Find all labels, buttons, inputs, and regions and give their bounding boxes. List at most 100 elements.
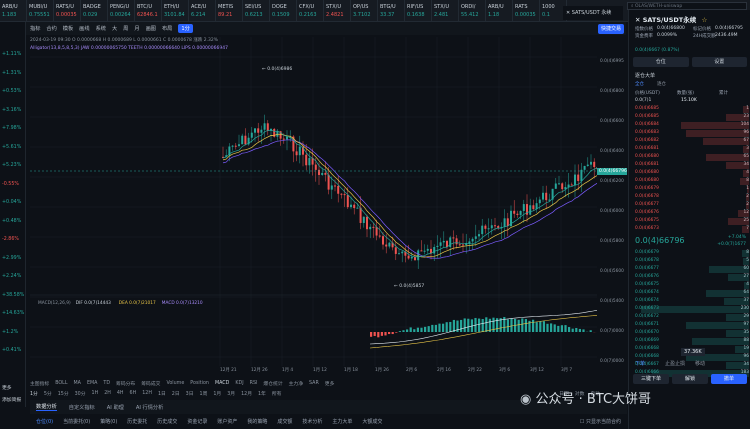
indicator-tab-11[interactable]: RSI [250,381,258,386]
indicator-tab-9[interactable]: MACD [215,381,229,386]
panel-button-1[interactable]: 设置 [691,57,747,67]
bottom-subtab-5[interactable]: 资金记录 [187,418,207,425]
order-book-row[interactable]: 0.0(4)6672 29 [635,314,749,321]
toolbar-item-8[interactable]: 画图 [146,25,156,32]
bottom-subtab-1[interactable]: 当前委托(0) [63,418,90,425]
order-button-1[interactable]: 解锁 [672,374,708,384]
bottom-subtab-8[interactable]: 成交额 [277,418,292,425]
range-1[interactable]: 5分 [44,390,52,397]
order-book-row[interactable]: 0.0(4)6676 27 [635,274,749,281]
watchlist-change[interactable]: +38.58% [2,293,24,298]
watchlist-change[interactable]: +1.11% [2,52,24,57]
ticker-3[interactable]: BADGE 0.029 [81,0,108,22]
range-16[interactable]: 1年 [258,390,266,397]
ticker-9[interactable]: SEI/US 0.6213 [243,0,270,22]
ticker-4[interactable]: PENG/U 0.00264 [108,0,135,22]
order-book-row[interactable]: 0.0(4)6675 4 [635,282,749,289]
order-book-row[interactable]: 0.0(4)6671 97 [635,322,749,329]
range-6[interactable]: 4H [117,391,124,396]
ticker-14[interactable]: BTG/U 33.37 [378,0,405,22]
range-11[interactable]: 3日 [186,390,194,397]
range-9[interactable]: 1日 [158,390,166,397]
watchlist-change[interactable]: -0.55% [2,182,24,187]
quick-trade-button[interactable]: 快捷交易 [598,24,624,34]
order-tab-2[interactable]: 移动 [695,360,705,367]
toolbar-item-6[interactable]: 周 [123,25,128,32]
range-8[interactable]: 12H [142,391,152,396]
indicator-tab-7[interactable]: Volume [166,381,184,386]
order-tab-0[interactable]: 下单 [635,360,645,367]
tab-sats-usdt[interactable]: ✕ SATS/USDT 永续 [563,6,623,20]
order-book-row[interactable]: 0.0(4)6678 5 [635,258,749,265]
bottom-subtab-6[interactable]: 账户资产 [217,418,237,425]
bottom-subtab-2[interactable]: 策略(0) [100,418,117,425]
toolbar-item-2[interactable]: 模板 [63,25,73,32]
indicator-tab-15[interactable]: 更多 [325,380,335,387]
book-tab-0[interactable]: 全仓 [635,81,644,87]
order-book-row[interactable]: 0.0(4)6675 25 [635,218,749,225]
ticker-1[interactable]: MUBI/U 0.75551 [27,0,54,22]
order-book-row[interactable]: 0.0(4)6685 1 [635,106,749,113]
watchlist-change[interactable]: +2.99% [2,256,24,261]
ticker-8[interactable]: METIS 89.21 [216,0,243,22]
watchlist-change[interactable]: +0.48% [2,219,24,224]
order-book-row[interactable]: 0.0(4)6681 3 [635,146,749,153]
toolbar-item-5[interactable]: 大 [112,25,117,32]
order-book-row[interactable]: 0.0(4)6674 37 [635,298,749,305]
panel-button-0[interactable]: 仓位 [633,57,689,67]
close-icon[interactable]: ✕ [635,16,643,24]
range-12[interactable]: 1周 [200,390,208,397]
order-book-row[interactable]: 0.0(4)6680 8 [635,178,749,185]
range-5[interactable]: 2H [104,391,111,396]
bottom-subtab-0[interactable]: 仓位(0) [36,418,53,425]
range-15[interactable]: 12月 [241,390,252,397]
toolbar-item-3[interactable]: 画线 [79,25,89,32]
watchlist-change[interactable]: +7.98% [2,126,24,131]
watchlist-change[interactable]: +1.2% [2,330,24,335]
watchlist-change[interactable]: +1.31% [2,71,24,76]
order-button-2[interactable]: 撤单 [711,374,747,384]
time-axis[interactable]: 12月 21 12月 26 1月 4 1月 12 1月 18 1月 26 2月 6 2月 16… [30,366,597,376]
bottom-tab-2[interactable]: AI 助理 [107,404,124,411]
indicator-tab-6[interactable]: 筹码成交 [141,380,160,387]
range-4[interactable]: 1H [92,391,99,396]
order-book-row[interactable]: 0.0(4)6670 35 [635,330,749,337]
range-3[interactable]: 30分 [75,390,86,397]
bottom-tab-1[interactable]: 自定义指标 [69,404,95,411]
indicator-tab-5[interactable]: 筹码分布 [116,380,135,387]
ticker-13[interactable]: OP/US 3.7102 [351,0,378,22]
toolbar-item-7[interactable]: 月 [134,25,139,32]
toolbar-item-4[interactable]: 系统 [96,25,106,32]
ticker-5[interactable]: BTC/U 62846.1 [135,0,162,22]
timeframe-button[interactable]: 1分 [178,24,193,33]
order-book-row[interactable]: 0.0(4)6680 65 [635,154,749,161]
book-tab-1[interactable]: 逐仓 [657,81,666,87]
order-book-row[interactable]: 0.0(4)6681 34 [635,162,749,169]
order-book-row[interactable]: 0.0(4)6676 12 [635,210,749,217]
indicator-tab-2[interactable]: MA [74,381,81,386]
current-contract-checkbox[interactable]: ☐ 只显示当前合约 [580,418,621,425]
more-button[interactable]: 更多 [2,384,24,391]
watchlist-change[interactable]: +3.16% [2,108,24,113]
watchlist-change[interactable]: +5.61% [2,145,24,150]
bottom-tab-3[interactable]: AI 行情分析 [136,404,163,411]
indicator-tab-0[interactable]: 主图指标 [30,380,49,387]
ticker-19[interactable]: RATS 0.00035 [513,0,540,22]
order-book-row[interactable]: 0.0(4)6684 104 [635,122,749,129]
add-brief-button[interactable]: 添加简报 [2,396,24,403]
book-group-select[interactable]: 0.0(7)1 [635,98,651,103]
indicator-tab-8[interactable]: Position [190,381,209,386]
bottom-subtab-3[interactable]: 历史委托 [127,418,147,425]
range-14[interactable]: 3月 [227,390,235,397]
order-book-row[interactable]: 0.0(4)6682 67 [635,138,749,145]
order-book-row[interactable]: 0.0(4)6685 23 [635,114,749,121]
watchlist-change[interactable]: -2.86% [2,237,24,242]
indicator-tab-4[interactable]: TD [103,381,110,386]
order-book-row[interactable]: 0.0(4)6680 4 [635,170,749,177]
toolbar-item-1[interactable]: 合约 [46,25,56,32]
order-button-0[interactable]: 三键下单 [633,374,669,384]
range-0[interactable]: 1分 [30,390,38,397]
order-book-row[interactable]: 0.0(4)6677 2 [635,202,749,209]
ticker-12[interactable]: STX/U 2.4821 [324,0,351,22]
ticker-0[interactable]: ARB/U 1.183 [0,0,27,22]
